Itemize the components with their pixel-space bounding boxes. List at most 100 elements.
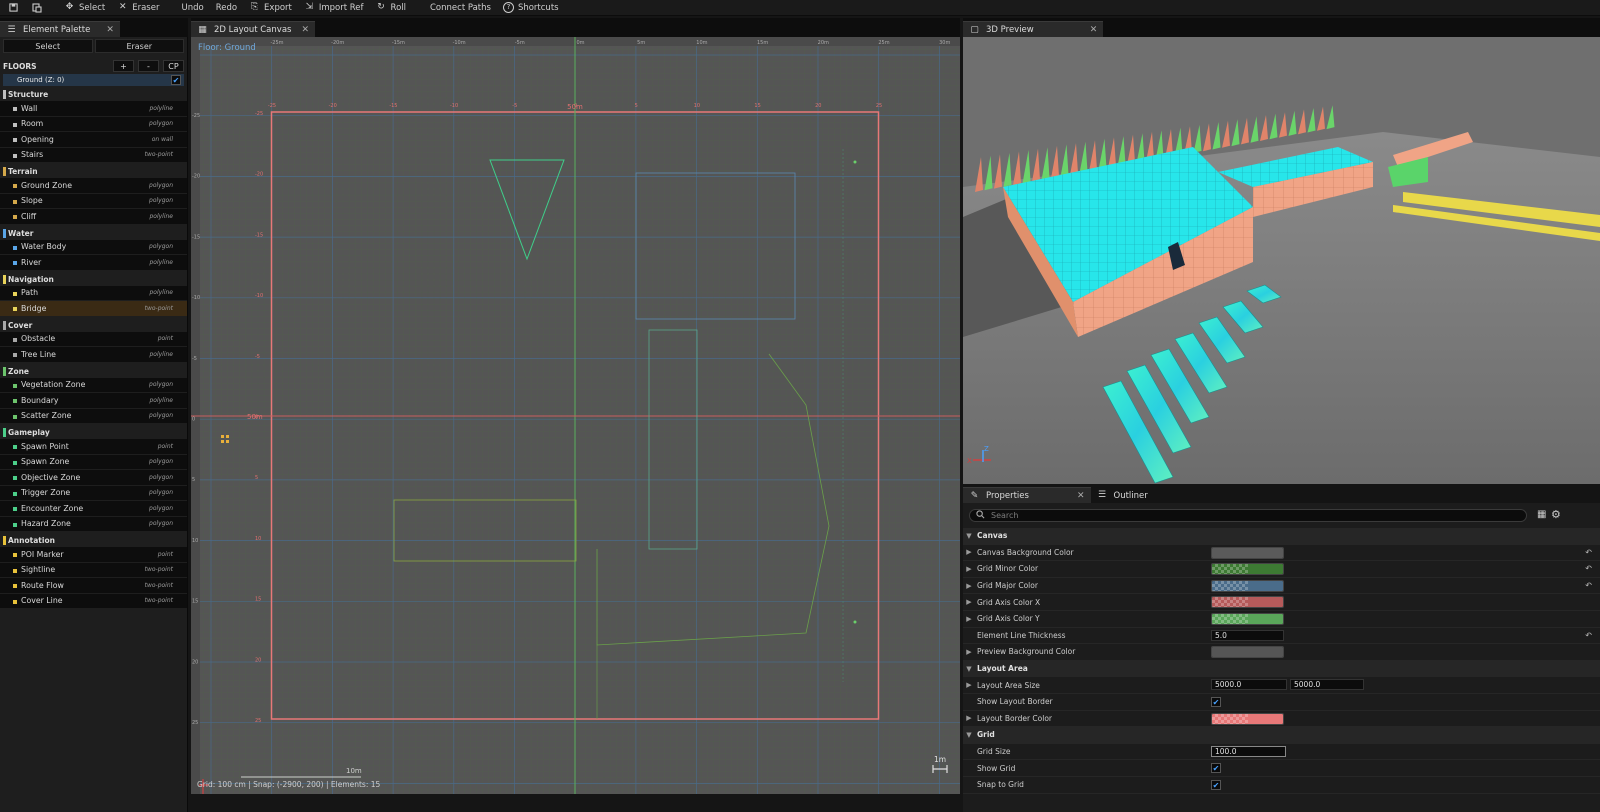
chevron-right-icon[interactable]: ▶ <box>963 648 975 656</box>
chevron-right-icon[interactable]: ▶ <box>963 714 975 722</box>
point-marker[interactable] <box>853 160 857 164</box>
category-cover[interactable]: Cover <box>0 319 187 332</box>
chevron-right-icon[interactable]: ▶ <box>963 615 975 623</box>
checkbox[interactable]: ✔ <box>1211 780 1221 790</box>
eraser-mode-button[interactable]: Eraser <box>94 39 184 53</box>
property-row-preview-background-color[interactable]: ▶ Preview Background Color <box>963 644 1600 661</box>
close-icon[interactable]: ✕ <box>1077 491 1085 501</box>
palette-item-spawn-point[interactable]: Spawn Point point <box>0 439 187 455</box>
chevron-right-icon[interactable]: ▶ <box>963 548 975 556</box>
chevron-right-icon[interactable]: ▶ <box>963 565 975 573</box>
3d-preview-viewport[interactable]: X Z <box>963 37 1600 484</box>
export-button[interactable]: ⎘ Export <box>243 0 298 16</box>
reset-icon[interactable]: ↶ <box>1585 581 1592 590</box>
tab-3d-preview[interactable]: ▢ 3D Preview ✕ <box>963 21 1104 38</box>
palette-item-river[interactable]: River polyline <box>0 255 187 271</box>
property-row-grid-axis-color-y[interactable]: ▶ Grid Axis Color Y <box>963 611 1600 628</box>
tab-2d-layout-canvas[interactable]: ▦ 2D Layout Canvas ✕ <box>191 21 315 38</box>
chevron-down-icon[interactable]: ▼ <box>963 731 975 739</box>
color-swatch[interactable] <box>1211 712 1284 725</box>
palette-item-water-body[interactable]: Water Body polygon <box>0 239 187 255</box>
close-icon[interactable]: ✕ <box>1090 25 1098 35</box>
canvas-drawing[interactable]: -25m -20m -15m -10m -5m 0m 5m 10m 15m 20m 25m 30m -2… <box>191 37 960 794</box>
property-row-canvas-background-color[interactable]: ▶ Canvas Background Color ↶ <box>963 545 1600 562</box>
palette-item-bridge[interactable]: Bridge two-point <box>0 301 187 317</box>
search-input[interactable]: Search <box>969 509 1527 522</box>
reset-icon[interactable]: ↶ <box>1585 564 1592 573</box>
palette-item-vegetation-zone[interactable]: Vegetation Zone polygon <box>0 377 187 393</box>
palette-item-route-flow[interactable]: Route Flow two-point <box>0 578 187 594</box>
floor-row-ground[interactable]: Ground (Z: 0) ✔ <box>3 74 184 86</box>
palette-item-opening[interactable]: Opening on wall <box>0 132 187 148</box>
palette-item-path[interactable]: Path polyline <box>0 285 187 301</box>
floor-visible-checkbox[interactable]: ✔ <box>171 75 181 85</box>
chevron-right-icon[interactable]: ▶ <box>963 598 975 606</box>
palette-item-room[interactable]: Room polygon <box>0 116 187 132</box>
table-view-icon[interactable]: ▦ <box>1537 509 1546 520</box>
palette-item-scatter-zone[interactable]: Scatter Zone polygon <box>0 408 187 424</box>
property-row-layout-area-size[interactable]: ▶ Layout Area Size 5000.0 5000.0 <box>963 677 1600 694</box>
close-icon[interactable]: ✕ <box>106 25 114 35</box>
palette-item-hazard-zone[interactable]: Hazard Zone polygon <box>0 516 187 532</box>
property-row-layout-border-color[interactable]: ▶ Layout Border Color <box>963 711 1600 728</box>
undo-button[interactable]: Undo <box>165 0 209 16</box>
property-row-grid-minor-color[interactable]: ▶ Grid Minor Color ↶ <box>963 561 1600 578</box>
chevron-down-icon[interactable]: ▼ <box>963 665 975 673</box>
save-as-button[interactable] <box>23 0 58 16</box>
poi-marker[interactable] <box>221 435 224 438</box>
category-terrain[interactable]: Terrain <box>0 165 187 178</box>
section-canvas[interactable]: ▼ Canvas <box>963 528 1600 545</box>
color-swatch[interactable] <box>1211 546 1284 559</box>
category-water[interactable]: Water <box>0 227 187 240</box>
color-swatch[interactable] <box>1211 596 1284 609</box>
category-gameplay[interactable]: Gameplay <box>0 426 187 439</box>
chevron-right-icon[interactable]: ▶ <box>963 582 975 590</box>
connect-paths-button[interactable]: Connect Paths <box>412 0 497 16</box>
select-button[interactable]: ✥ Select <box>58 0 111 16</box>
save-button[interactable] <box>0 0 23 16</box>
palette-item-tree-line[interactable]: Tree Line polyline <box>0 347 187 363</box>
poi-marker[interactable] <box>221 440 224 443</box>
category-navigation[interactable]: Navigation <box>0 273 187 286</box>
palette-item-sightline[interactable]: Sightline two-point <box>0 562 187 578</box>
category-zone[interactable]: Zone <box>0 365 187 378</box>
reset-icon[interactable]: ↶ <box>1585 631 1592 640</box>
palette-item-wall[interactable]: Wall polyline <box>0 101 187 117</box>
property-row-grid-major-color[interactable]: ▶ Grid Major Color ↶ <box>963 578 1600 595</box>
chevron-right-icon[interactable]: ▶ <box>963 681 975 689</box>
palette-item-spawn-zone[interactable]: Spawn Zone polygon <box>0 454 187 470</box>
color-swatch[interactable] <box>1211 646 1284 659</box>
palette-item-obstacle[interactable]: Obstacle point <box>0 331 187 347</box>
number-field[interactable]: 100.0 <box>1211 745 1286 757</box>
section-layout-area[interactable]: ▼ Layout Area <box>963 660 1600 678</box>
color-swatch[interactable] <box>1211 563 1284 576</box>
palette-item-cliff[interactable]: Cliff polyline <box>0 209 187 225</box>
redo-button[interactable]: Redo <box>210 0 243 16</box>
point-marker[interactable] <box>853 620 857 624</box>
roll-button[interactable]: ↻ Roll <box>370 0 412 16</box>
number-field[interactable]: 5.0 <box>1211 629 1284 641</box>
select-mode-button[interactable]: Select <box>3 39 93 53</box>
palette-item-trigger-zone[interactable]: Trigger Zone polygon <box>0 485 187 501</box>
palette-item-ground-zone[interactable]: Ground Zone polygon <box>0 178 187 194</box>
property-row-show-layout-border[interactable]: Show Layout Border ✔ <box>963 694 1600 711</box>
palette-item-cover-line[interactable]: Cover Line two-point <box>0 593 187 609</box>
property-row-snap-to-grid[interactable]: Snap to Grid ✔ <box>963 777 1600 794</box>
vector-x-field[interactable]: 5000.0 <box>1211 679 1287 691</box>
poi-marker[interactable] <box>226 435 229 438</box>
palette-item-boundary[interactable]: Boundary polyline <box>0 393 187 409</box>
tab-outliner[interactable]: ☰ Outliner <box>1090 487 1154 504</box>
property-row-element-line-thickness[interactable]: Element Line Thickness 5.0 ↶ <box>963 628 1600 645</box>
checkbox[interactable]: ✔ <box>1211 697 1221 707</box>
palette-item-encounter-zone[interactable]: Encounter Zone polygon <box>0 501 187 517</box>
3d-scene[interactable]: X Z <box>963 37 1600 484</box>
add-floor-button[interactable]: + <box>113 60 134 72</box>
cp-button[interactable]: CP <box>163 60 184 72</box>
category-structure[interactable]: Structure <box>0 88 187 101</box>
settings-gear-icon[interactable]: ⚙ <box>1551 508 1561 521</box>
chevron-down-icon[interactable]: ▼ <box>963 532 975 540</box>
palette-item-objective-zone[interactable]: Objective Zone polygon <box>0 470 187 486</box>
remove-floor-button[interactable]: - <box>138 60 159 72</box>
close-icon[interactable]: ✕ <box>301 25 309 35</box>
layout-canvas[interactable]: -25m -20m -15m -10m -5m 0m 5m 10m 15m 20m 25m 30m -2… <box>191 37 960 794</box>
